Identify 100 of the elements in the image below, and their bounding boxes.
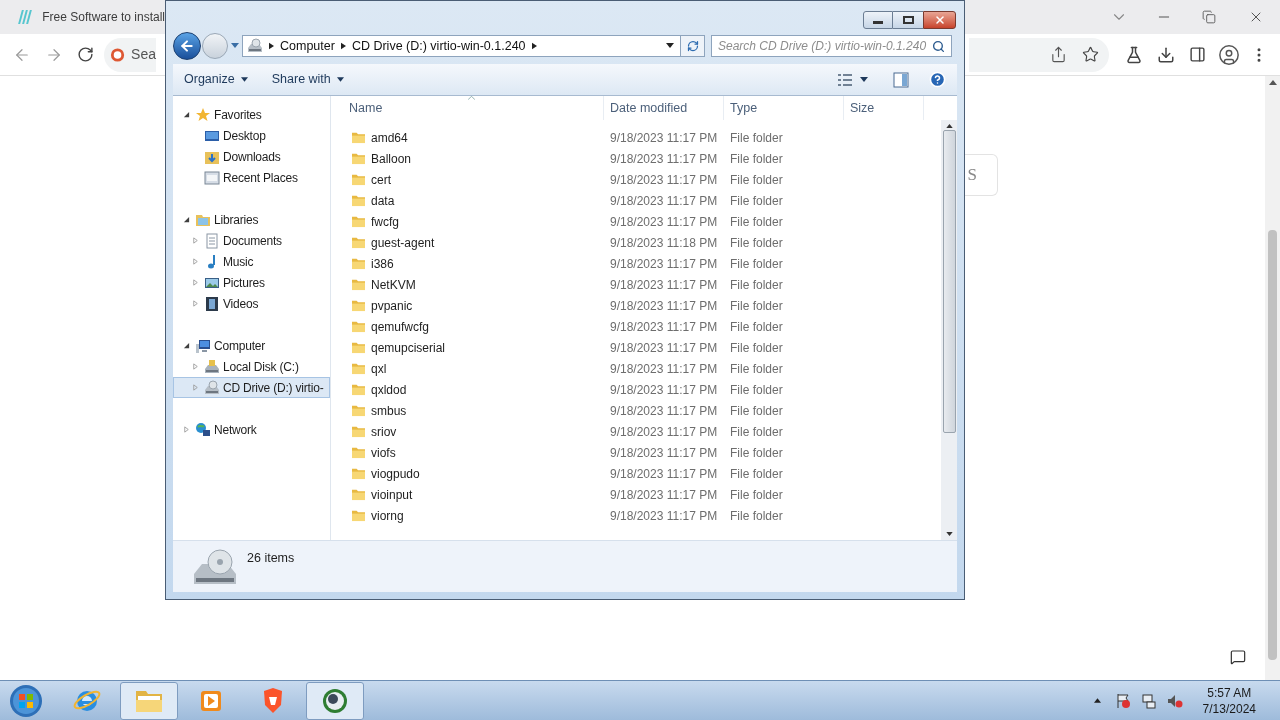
folder-icon	[351, 152, 366, 165]
breadcrumb-item[interactable]: CD Drive (D:) virtio-win-0.1.240	[351, 36, 526, 56]
browser-tab[interactable]: Free Software to install	[0, 0, 165, 34]
folder-icon	[351, 509, 366, 522]
folder-icon	[351, 488, 366, 501]
expanded-arrow-icon[interactable]	[183, 216, 190, 223]
nav-item[interactable]: Music	[173, 251, 330, 272]
search-field[interactable]: Search CD Drive (D:) virtio-win-0.1.240	[711, 35, 952, 57]
nav-item[interactable]: Computer	[173, 335, 330, 356]
list-scrollbar[interactable]	[941, 120, 957, 540]
file-row[interactable]: viorng 9/18/2023 11:17 PM File folder	[331, 505, 941, 526]
refresh-button[interactable]	[681, 35, 705, 57]
file-row[interactable]: qxl 9/18/2023 11:17 PM File folder	[331, 358, 941, 379]
refresh-icon	[686, 40, 699, 52]
network-icon[interactable]	[1140, 692, 1157, 709]
expanded-arrow-icon[interactable]	[183, 342, 190, 349]
column-header[interactable]: Date modified	[604, 96, 724, 120]
flask-icon[interactable]	[1125, 45, 1143, 64]
taskbar-button[interactable]	[306, 681, 364, 720]
dropdown-arrow-icon[interactable]	[666, 43, 674, 49]
expanded-arrow-icon[interactable]	[183, 111, 190, 118]
folder-icon	[351, 362, 366, 375]
star-icon	[195, 106, 211, 123]
nav-item[interactable]: Pictures	[173, 272, 330, 293]
reload-icon[interactable]	[77, 46, 94, 63]
folder-icon	[351, 236, 366, 249]
breadcrumb-arrow-icon[interactable]	[269, 42, 274, 50]
file-row[interactable]: smbus 9/18/2023 11:17 PM File folder	[331, 400, 941, 421]
file-row[interactable]: qxldod 9/18/2023 11:17 PM File folder	[331, 379, 941, 400]
caret-icon	[240, 77, 248, 82]
disc-drive-icon	[204, 379, 220, 396]
folder-icon	[351, 383, 366, 396]
toolbar-menu-button[interactable]: Share with	[271, 70, 344, 89]
show-hidden-icons-button[interactable]	[1093, 698, 1101, 703]
nav-item[interactable]: Favorites	[173, 104, 330, 125]
folder-icon	[351, 257, 366, 270]
file-row[interactable]: guest-agent 9/18/2023 11:18 PM File folder	[331, 232, 941, 253]
close-button[interactable]	[923, 11, 956, 29]
file-row[interactable]: data 9/18/2023 11:17 PM File folder	[331, 190, 941, 211]
scroll-up-icon[interactable]	[945, 124, 953, 128]
column-header[interactable]: Type	[724, 96, 844, 120]
folder-icon	[351, 425, 366, 438]
file-row[interactable]: viogpudo 9/18/2023 11:17 PM File folder	[331, 463, 941, 484]
folder-icon	[351, 278, 366, 291]
minimize-button[interactable]	[863, 11, 893, 29]
maximize-button[interactable]	[893, 11, 923, 29]
breadcrumb-arrow-icon[interactable]	[340, 42, 346, 50]
nav-item[interactable]: Libraries	[173, 209, 330, 230]
file-row[interactable]: cert 9/18/2023 11:17 PM File folder	[331, 169, 941, 190]
scroll-up-icon[interactable]	[1268, 80, 1277, 85]
column-header[interactable]: Size	[844, 96, 924, 120]
profile-icon[interactable]	[1218, 43, 1240, 66]
nav-item[interactable]: Documents	[173, 230, 330, 251]
breadcrumb-item[interactable]: Computer	[280, 36, 335, 56]
share-icon[interactable]	[1050, 46, 1067, 63]
nav-item[interactable]: CD Drive (D:) virtio-	[173, 377, 330, 398]
page-scrollbar[interactable]	[1265, 76, 1280, 680]
scroll-down-icon[interactable]	[945, 532, 953, 536]
folder-icon	[351, 467, 366, 480]
nav-item[interactable]: Downloads	[173, 146, 330, 167]
flag-icon[interactable]	[1114, 692, 1131, 709]
breadcrumb-arrow-icon[interactable]	[531, 42, 537, 50]
file-row[interactable]: qemufwcfg 9/18/2023 11:17 PM File folder	[331, 316, 941, 337]
dropdown-arrow-icon[interactable]	[860, 77, 868, 82]
search-icon	[932, 39, 945, 53]
clock-date: 7/13/2024	[1202, 700, 1256, 717]
file-row[interactable]: sriov 9/18/2023 11:17 PM File folder	[331, 421, 941, 442]
clock-time: 5:57 AM	[1207, 684, 1252, 701]
toolbar-menu-button[interactable]: Organize	[184, 70, 248, 89]
file-row[interactable]: NetKVM 9/18/2023 11:17 PM File folder	[331, 274, 941, 295]
file-row[interactable]: viofs 9/18/2023 11:17 PM File folder	[331, 442, 941, 463]
help-icon[interactable]	[929, 71, 946, 88]
bookmark-star-icon[interactable]	[1082, 46, 1099, 63]
address-bar[interactable]: Sea	[104, 37, 156, 72]
file-row[interactable]: vioinput 9/18/2023 11:17 PM File folder	[331, 484, 941, 505]
file-row[interactable]: fwcfg 9/18/2023 11:17 PM File folder	[331, 211, 941, 232]
folder-icon	[351, 194, 366, 207]
file-row[interactable]: i386 9/18/2023 11:17 PM File folder	[331, 253, 941, 274]
file-row[interactable]: amd64 9/18/2023 11:17 PM File folder	[331, 127, 941, 148]
folder-icon	[351, 446, 366, 459]
nav-item[interactable]: Desktop	[173, 125, 330, 146]
download-icon[interactable]	[1157, 45, 1175, 64]
nav-item[interactable]: Videos	[173, 293, 330, 314]
side-panel-icon[interactable]	[1189, 46, 1206, 63]
column-header[interactable]: Name	[331, 96, 604, 120]
folder-icon	[351, 320, 366, 333]
nav-item[interactable]: Network	[173, 419, 330, 440]
file-row[interactable]: Balloon 9/18/2023 11:17 PM File folder	[331, 148, 941, 169]
view-list-icon[interactable]	[837, 73, 853, 86]
nav-item[interactable]: Recent Places	[173, 167, 330, 188]
nav-item[interactable]: Local Disk (C:)	[173, 356, 330, 377]
network-icon	[195, 421, 211, 438]
file-row[interactable]: pvpanic 9/18/2023 11:17 PM File folder	[331, 295, 941, 316]
file-row[interactable]: qemupciserial 9/18/2023 11:17 PM File folder	[331, 337, 941, 358]
restore-icon[interactable]	[1202, 10, 1216, 24]
film-icon	[204, 295, 220, 312]
address-bar[interactable]: Computer CD Drive (D:) virtio-win-0.1.240	[242, 35, 681, 57]
folder-icon	[351, 341, 366, 354]
folder-icon	[351, 215, 366, 228]
back-button[interactable]	[173, 32, 201, 60]
